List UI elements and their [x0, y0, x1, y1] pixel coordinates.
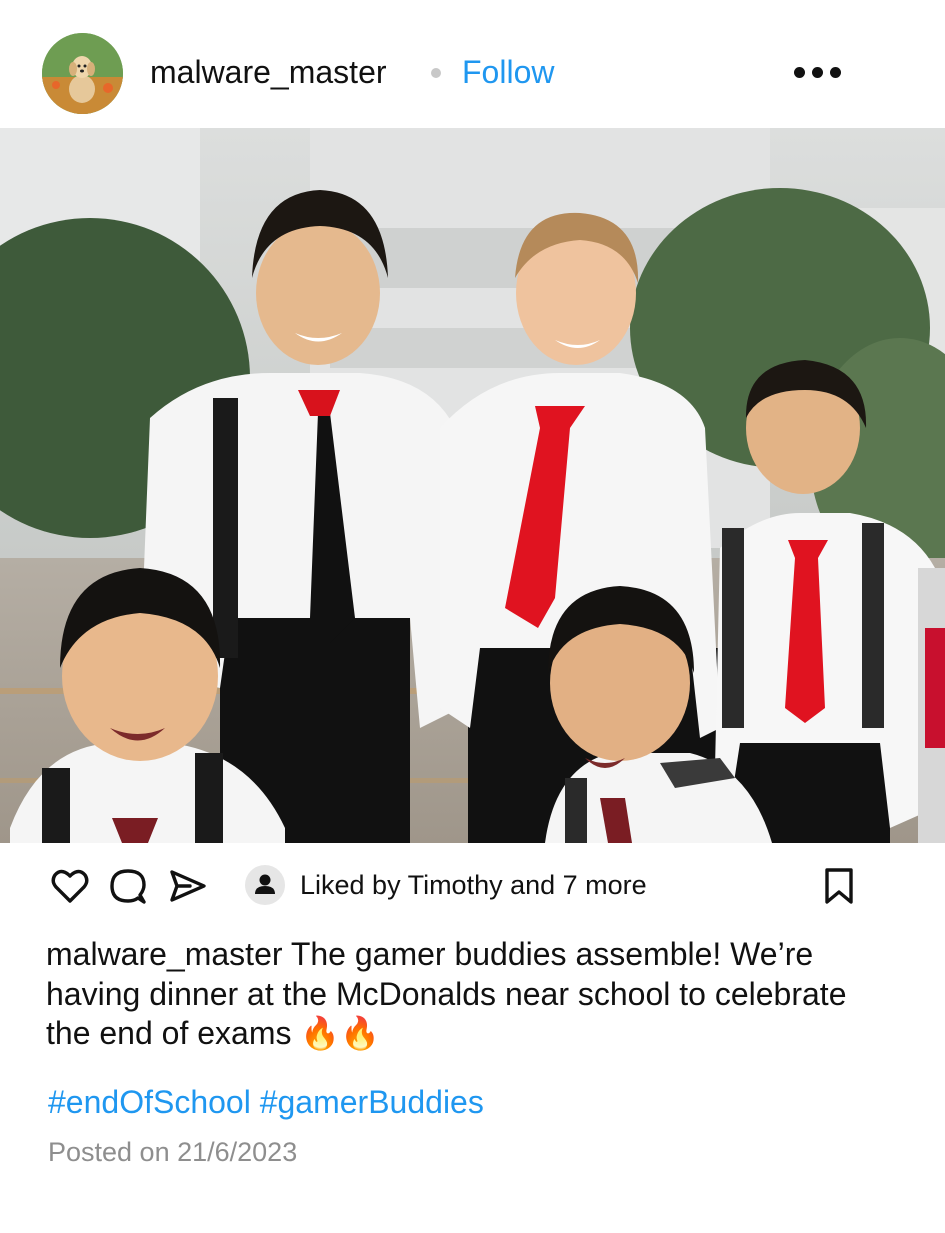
follow-button[interactable]: Follow — [462, 52, 554, 92]
post-date: Posted on 21/6/2023 — [48, 1137, 298, 1167]
post-actions: Liked by Timothy and 7 more — [0, 843, 945, 928]
caption-username[interactable]: malware_master — [46, 936, 283, 972]
liked-by-text[interactable]: Liked by Timothy and 7 more — [300, 868, 647, 902]
post-image — [0, 128, 945, 843]
hashtag-link[interactable]: #gamerBuddies — [260, 1084, 484, 1120]
profile-avatar[interactable] — [42, 33, 123, 114]
post-username[interactable]: malware_master — [150, 52, 387, 92]
post-header: malware_master Follow — [0, 0, 945, 128]
hashtag-link[interactable]: #endOfSchool — [48, 1084, 251, 1120]
user-icon — [245, 865, 285, 905]
separator-dot — [431, 68, 441, 78]
post-photo[interactable] — [0, 128, 945, 843]
hashtags: #endOfSchool #gamerBuddies — [48, 1082, 484, 1122]
more-options-icon[interactable] — [790, 58, 846, 88]
post-caption: malware_master The gamer buddies assembl… — [46, 935, 886, 1054]
comment-icon[interactable] — [107, 865, 149, 907]
avatar-dog-image — [42, 33, 123, 114]
bookmark-icon[interactable] — [818, 865, 860, 907]
heart-icon[interactable] — [49, 865, 91, 907]
share-icon[interactable] — [166, 865, 208, 907]
